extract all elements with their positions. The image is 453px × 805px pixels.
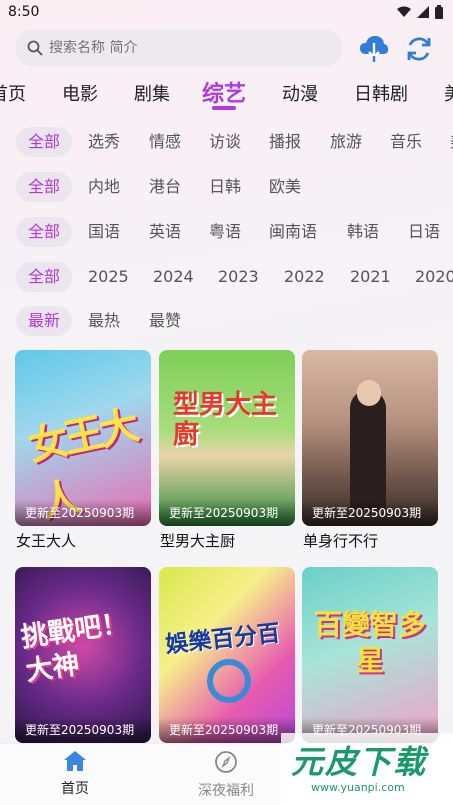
filter-chip[interactable]: 2023 [218, 262, 259, 292]
watermark-title: 元皮下载 [291, 743, 428, 781]
filter-chip[interactable]: 日语 [408, 217, 440, 247]
filter-chip[interactable]: 日韩 [209, 172, 241, 202]
tab-anime[interactable]: 动漫 [282, 80, 318, 106]
poster-title: 挑戰吧！大神 [19, 607, 131, 688]
filter-chip[interactable]: 欧美 [269, 172, 301, 202]
download-button[interactable] [356, 31, 392, 67]
signal-icon [417, 6, 429, 18]
site-watermark: 元皮下载 www.yuanpi.com [281, 733, 453, 805]
filter-chip[interactable]: 国语 [88, 217, 120, 247]
filter-chip[interactable]: 最赞 [149, 306, 181, 336]
tab-movie[interactable]: 电影 [62, 80, 98, 106]
update-label: 更新至20250903期 [15, 500, 151, 526]
filter-chip[interactable]: 内地 [88, 172, 120, 202]
wifi-icon [397, 6, 411, 17]
poster-image: 女王大人 更新至20250903期 [15, 350, 151, 526]
filter-chip[interactable]: 2022 [284, 262, 325, 292]
nav-late-night[interactable]: 深夜福利 [186, 750, 266, 800]
filter-chip[interactable]: 港台 [149, 172, 181, 202]
battery-icon [435, 5, 443, 19]
filter-chip[interactable]: 旅游 [330, 127, 362, 157]
refresh-button[interactable] [401, 31, 437, 67]
nav-home[interactable]: 首页 [35, 750, 115, 798]
filter-row-sort: 最新 最热 最赞 [0, 306, 453, 340]
tab-series[interactable]: 剧集 [134, 80, 170, 106]
search-icon [27, 40, 43, 56]
filter-chip[interactable]: 2024 [153, 262, 194, 292]
filter-chip[interactable]: 选秀 [88, 127, 120, 157]
poster-title: 型男大主廚 [173, 390, 278, 450]
tab-variety[interactable]: 综艺 [202, 76, 246, 108]
filter-chip[interactable]: 粤语 [209, 217, 241, 247]
host-figure [350, 390, 386, 510]
system-icons [397, 5, 443, 19]
update-label: 更新至20250903期 [302, 500, 438, 526]
filter-chip[interactable]: 情感 [149, 127, 181, 157]
filter-chip[interactable]: 韩语 [347, 217, 379, 247]
show-title: 单身行不行 [303, 532, 379, 550]
poster-image: 挑戰吧！大神 更新至20250903期 [15, 567, 151, 743]
filter-chip[interactable]: 闽南语 [269, 217, 317, 247]
status-bar: 8:50 [0, 0, 453, 26]
tab-us[interactable]: 美 [444, 80, 453, 106]
search-bar[interactable] [15, 29, 343, 67]
filter-chip[interactable]: 访谈 [209, 127, 241, 157]
filter-chip[interactable]: 全部 [16, 172, 73, 202]
compass-icon [215, 751, 237, 773]
update-label: 更新至20250903期 [159, 717, 295, 743]
tab-jk-drama[interactable]: 日韩剧 [354, 80, 408, 106]
filter-chip[interactable]: 2020 [415, 262, 453, 292]
tab-home[interactable]: 首页 [0, 80, 26, 106]
filter-row-language: 全部 国语 英语 粤语 闽南语 韩语 日语 [0, 217, 453, 251]
update-label: 更新至20250903期 [159, 500, 295, 526]
cloud-download-icon [360, 36, 389, 62]
home-icon [64, 751, 86, 771]
refresh-icon [407, 37, 431, 61]
filter-chip[interactable]: 英语 [149, 217, 181, 247]
show-title: 型男大主厨 [160, 532, 236, 550]
poster-title: 百變智多星 [314, 608, 427, 677]
filter-chip[interactable]: 2021 [350, 262, 391, 292]
watermark-url: www.yuanpi.com [311, 781, 405, 794]
update-label: 更新至20250903期 [15, 717, 151, 743]
filter-row-region: 全部 内地 港台 日韩 欧美 [0, 172, 453, 206]
poster-image: 百變智多星 更新至20250903期 [302, 567, 438, 743]
filter-row-year: 全部 2025 2024 2023 2022 2021 2020 [0, 262, 453, 296]
active-tab-indicator [212, 106, 236, 110]
filter-chip[interactable]: 2025 [88, 262, 129, 292]
poster-logo-ring [207, 659, 251, 703]
host-face [357, 380, 381, 406]
category-tabs: 首页 电影 剧集 综艺 动漫 日韩剧 美 [0, 76, 453, 112]
poster-image: 娛樂百分百 更新至20250903期 [159, 567, 295, 743]
nav-late-night-label: 深夜福利 [198, 783, 254, 799]
nav-home-label: 首页 [61, 781, 89, 797]
filter-chip[interactable]: 最热 [88, 306, 120, 336]
filter-chip[interactable]: 全部 [16, 262, 73, 292]
search-input[interactable] [49, 40, 309, 56]
poster-image: 型男大主廚 更新至20250903期 [159, 350, 295, 526]
status-time: 8:50 [8, 4, 40, 20]
filter-chip[interactable]: 全部 [16, 127, 73, 157]
filter-chip[interactable]: 播报 [269, 127, 301, 157]
filter-row-genre: 全部 选秀 情感 访谈 播报 旅游 音乐 美 [0, 127, 453, 161]
filter-chip[interactable]: 音乐 [390, 127, 422, 157]
show-title: 女王大人 [16, 532, 77, 550]
poster-image: 更新至20250903期 [302, 350, 438, 526]
filter-chip[interactable]: 最新 [16, 306, 73, 336]
poster-title: 娛樂百分百 [164, 620, 282, 659]
filter-chip[interactable]: 全部 [16, 217, 73, 247]
